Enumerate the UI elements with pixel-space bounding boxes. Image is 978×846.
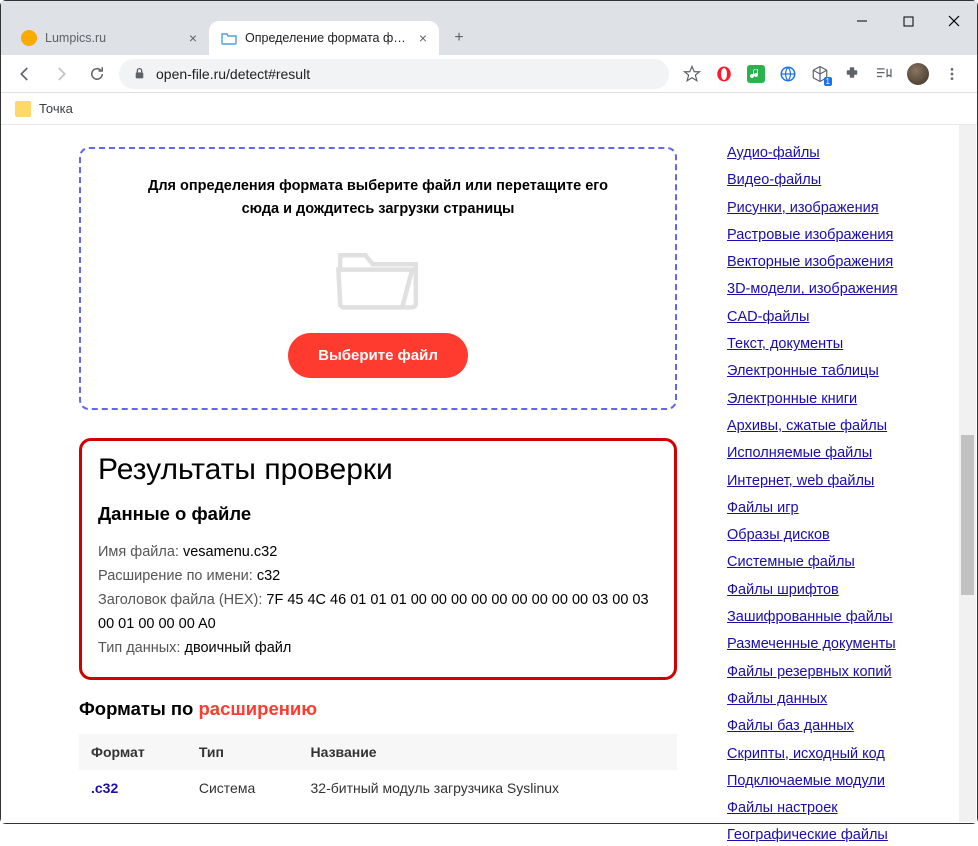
titlebar (1, 1, 977, 13)
minimize-button[interactable] (839, 1, 885, 41)
tab-lumpics[interactable]: Lumpics.ru × (9, 21, 209, 55)
tab-strip: Lumpics.ru × Определение формата файла ×… (1, 13, 977, 55)
tab-title: Определение формата файла (245, 31, 411, 45)
sidebar-link[interactable]: Интернет, web файлы (727, 471, 957, 491)
tab-title: Lumpics.ru (45, 31, 181, 45)
sidebar-link[interactable]: Векторные изображения (727, 252, 957, 272)
favicon-icon (221, 30, 237, 46)
sidebar-link[interactable]: Электронные таблицы (727, 361, 957, 381)
close-icon[interactable]: × (189, 30, 197, 46)
sidebar-link[interactable]: Файлы шрифтов (727, 580, 957, 600)
result-datatype: Тип данных: двоичный файл (98, 637, 658, 661)
results-subheading: Данные о файле (98, 503, 658, 525)
folder-open-icon (333, 239, 423, 309)
menu-icon[interactable] (943, 65, 961, 83)
th-format: Формат (79, 734, 187, 770)
sidebar-link[interactable]: Аудио-файлы (727, 143, 957, 163)
forward-button[interactable] (47, 60, 75, 88)
sidebar-link[interactable]: Рисунки, изображения (727, 198, 957, 218)
scrollbar-vertical[interactable] (959, 125, 976, 822)
browser-toolbar: open-file.ru/detect#result 1 (1, 55, 977, 93)
sidebar-link[interactable]: Размеченные документы (727, 634, 957, 654)
globe-ext-icon[interactable] (779, 65, 797, 83)
formats-table: Формат Тип Название .c32 Система 32-битн… (79, 734, 677, 806)
sidebar-link[interactable]: Файлы настроек (727, 798, 957, 818)
sidebar-link[interactable]: Файлы баз данных (727, 716, 957, 736)
tab-openfile[interactable]: Определение формата файла × (209, 21, 439, 55)
cell-format[interactable]: .c32 (79, 770, 187, 806)
url-text: open-file.ru/detect#result (156, 66, 310, 82)
reload-button[interactable] (83, 60, 111, 88)
table-row: .c32 Система 32-битный модуль загрузчика… (79, 770, 677, 806)
favicon-icon (21, 30, 37, 46)
sidebar-link[interactable]: Текст, документы (727, 334, 957, 354)
extension-icons: 1 (677, 63, 967, 85)
formats-heading: Форматы по расширению (79, 698, 677, 720)
opera-icon[interactable] (715, 65, 733, 83)
cell-type: Система (187, 770, 299, 806)
sidebar-link[interactable]: Электронные книги (727, 389, 957, 409)
result-hex: Заголовок файла (HEX): 7F 45 4C 46 01 01… (98, 589, 658, 637)
close-icon[interactable]: × (419, 30, 427, 46)
music-ext-icon[interactable] (747, 65, 765, 83)
folder-icon (15, 101, 31, 117)
th-type: Тип (187, 734, 299, 770)
reading-list-icon[interactable] (875, 65, 893, 83)
sidebar-link[interactable]: Подключаемые модули (727, 771, 957, 791)
bookmarks-bar: Точка (1, 93, 977, 125)
sidebar-link[interactable]: Системные файлы (727, 552, 957, 572)
result-filename: Имя файла: vesamenu.c32 (98, 541, 658, 565)
puzzle-ext-icon[interactable] (843, 65, 861, 83)
sidebar-categories: Аудио-файлы Видео-файлы Рисунки, изображ… (707, 125, 977, 823)
sidebar-link[interactable]: Скрипты, исходный код (727, 744, 957, 764)
page-content: Для определения формата выберите файл ил… (1, 125, 977, 823)
drop-zone[interactable]: Для определения формата выберите файл ил… (79, 147, 677, 410)
result-extension: Расширение по имени: c32 (98, 565, 658, 589)
sidebar-link[interactable]: Файлы данных (727, 689, 957, 709)
cell-name: 32-битный модуль загрузчика Syslinux (299, 770, 678, 806)
sidebar-link[interactable]: Образы дисков (727, 525, 957, 545)
dropzone-message: Для определения формата выберите файл ил… (128, 175, 628, 221)
sidebar-link[interactable]: Растровые изображения (727, 225, 957, 245)
scroll-thumb[interactable] (961, 435, 974, 595)
sidebar-link[interactable]: Файлы резервных копий (727, 662, 957, 682)
select-file-button[interactable]: Выберите файл (288, 333, 468, 378)
close-window-button[interactable] (931, 1, 977, 41)
sidebar-link[interactable]: 3D-модели, изображения (727, 279, 957, 299)
address-bar[interactable]: open-file.ru/detect#result (119, 59, 669, 89)
sidebar-link[interactable]: Географические файлы (727, 825, 957, 845)
results-heading: Результаты проверки (98, 453, 658, 487)
cube-ext-icon[interactable]: 1 (811, 65, 829, 83)
sidebar-link[interactable]: Архивы, сжатые файлы (727, 416, 957, 436)
bookmark-item[interactable]: Точка (39, 101, 73, 116)
star-icon[interactable] (683, 65, 701, 83)
th-name: Название (299, 734, 678, 770)
back-button[interactable] (11, 60, 39, 88)
window-controls (839, 1, 977, 41)
sidebar-link[interactable]: Зашифрованные файлы (727, 607, 957, 627)
lock-icon (133, 67, 146, 80)
sidebar-link[interactable]: CAD-файлы (727, 307, 957, 327)
sidebar-link[interactable]: Исполняемые файлы (727, 443, 957, 463)
sidebar-link[interactable]: Видео-файлы (727, 170, 957, 190)
sidebar-link[interactable]: Файлы игр (727, 498, 957, 518)
new-tab-button[interactable]: + (445, 24, 473, 52)
avatar-icon[interactable] (907, 63, 929, 85)
results-box: Результаты проверки Данные о файле Имя ф… (79, 438, 677, 680)
maximize-button[interactable] (885, 1, 931, 41)
